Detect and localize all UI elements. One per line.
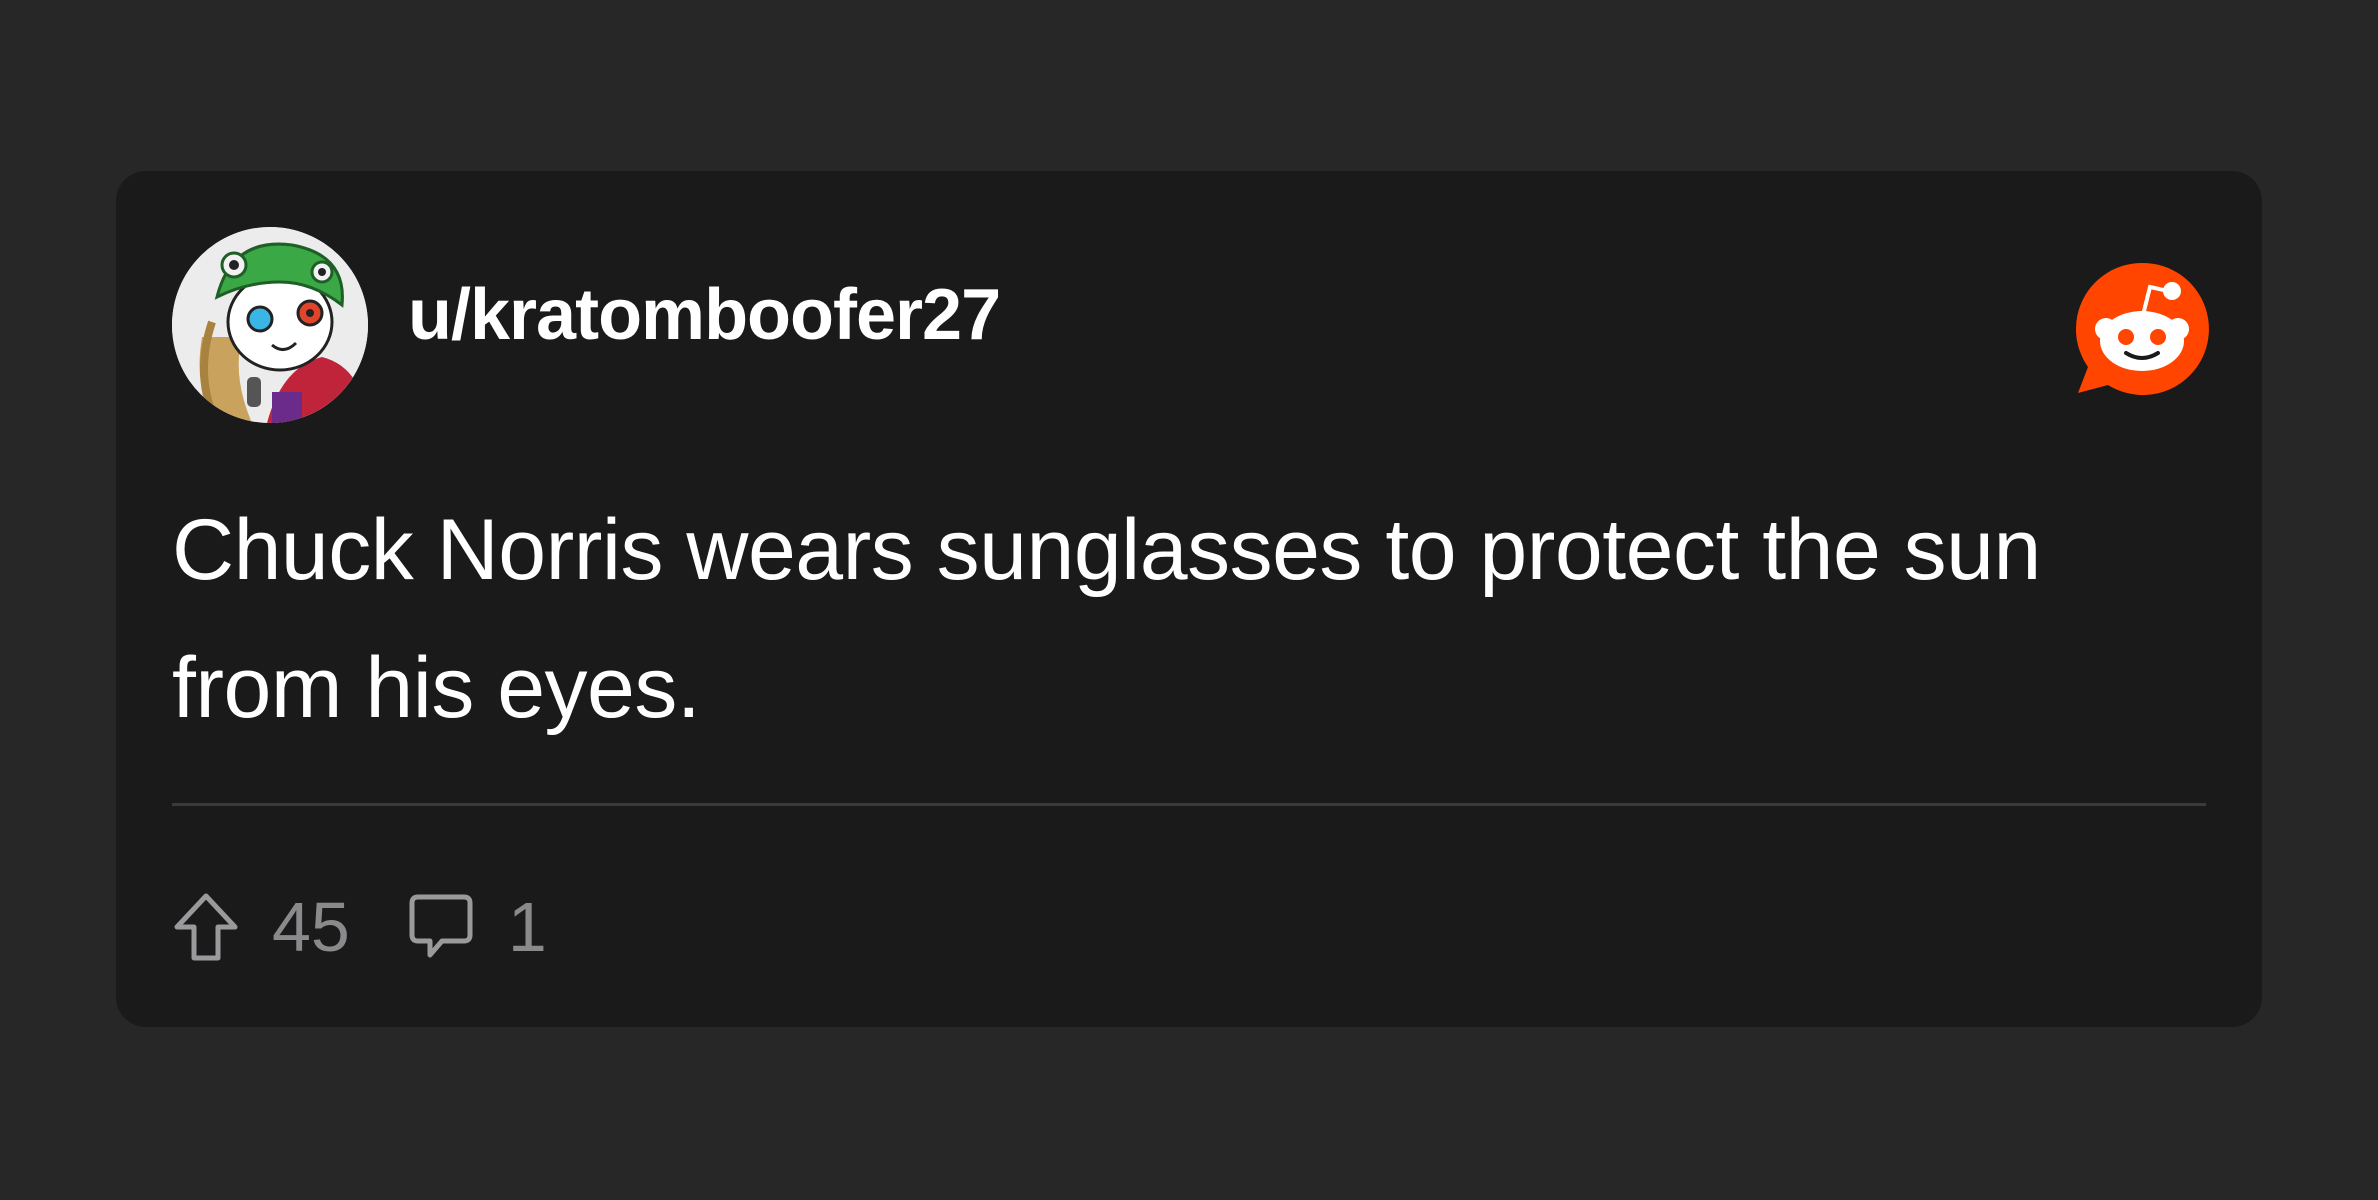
post-actions: 45 1 bbox=[172, 877, 547, 977]
username[interactable]: u/kratomboofer27 bbox=[408, 279, 1001, 351]
reddit-logo-icon bbox=[2072, 259, 2212, 399]
post-card[interactable]: u/kratomboofer27 Chuck Norris wears sung… bbox=[116, 171, 2262, 1027]
comment-bubble-icon bbox=[409, 894, 473, 958]
upvote-button[interactable]: 45 bbox=[172, 891, 350, 963]
upvote-arrow-icon bbox=[174, 893, 238, 961]
post-body-text: Chuck Norris wears sunglasses to protect… bbox=[172, 502, 2041, 736]
comment-count: 1 bbox=[507, 888, 547, 966]
avatar-image bbox=[172, 227, 368, 423]
avatar[interactable] bbox=[172, 227, 368, 423]
divider bbox=[172, 803, 2206, 806]
upvote-count: 45 bbox=[272, 888, 350, 966]
comments-button[interactable]: 1 bbox=[406, 891, 547, 963]
